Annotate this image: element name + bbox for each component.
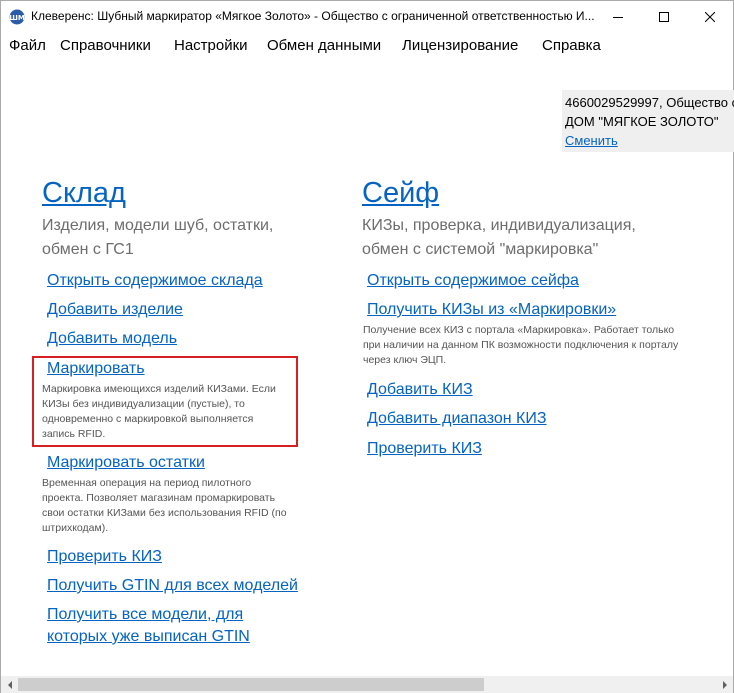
get-gtin-link[interactable]: Получить GTIN для всех моделей (47, 577, 298, 595)
menu-licensing[interactable]: Лицензирование (402, 37, 518, 54)
add-model-link[interactable]: Добавить модель (47, 330, 177, 348)
scroll-left-button[interactable] (1, 676, 18, 693)
account-org-name: ДОМ "МЯГКОЕ ЗОЛОТО" (565, 114, 719, 129)
safe-subtitle-2: обмен с системой "маркировка" (362, 241, 599, 258)
mark-link[interactable]: Маркировать (47, 360, 145, 378)
check-kiz-link-safe[interactable]: Проверить КИЗ (367, 440, 482, 458)
minimize-button[interactable] (595, 1, 641, 32)
mark-rest-link[interactable]: Маркировать остатки (47, 454, 205, 472)
chevron-left-icon (7, 680, 12, 689)
chevron-right-icon (722, 680, 727, 689)
menu-help[interactable]: Справка (542, 37, 601, 54)
get-kiz-link[interactable]: Получить КИЗы из «Маркировки» (367, 301, 616, 319)
app-logo-icon: ШМ (9, 9, 25, 25)
horizontal-scrollbar[interactable] (1, 676, 733, 693)
close-button[interactable] (687, 1, 733, 32)
change-account-link[interactable]: Сменить (565, 131, 618, 150)
warehouse-subtitle-1: Изделия, модели шуб, остатки, (42, 217, 274, 234)
title-bar: ШМ Клеверенс: Шубный маркиратор «Мягкое … (1, 1, 733, 32)
menu-references[interactable]: Справочники (60, 37, 151, 54)
warehouse-title-link[interactable]: Склад (42, 177, 126, 210)
menu-data-exchange[interactable]: Обмен данными (267, 37, 381, 54)
add-kiz-range-link[interactable]: Добавить диапазон КИЗ (367, 410, 547, 428)
account-panel: 4660029529997, Общество с ДОМ "МЯГКОЕ ЗО… (562, 90, 734, 152)
close-icon (705, 11, 715, 22)
mark-description: Маркировка имеющихся изделий КИЗами. Есл… (42, 383, 276, 440)
mark-rest-description: Временная операция на период пилотного п… (42, 477, 287, 534)
menu-file[interactable]: Файл (9, 37, 46, 54)
app-window: ШМ Клеверенс: Шубный маркиратор «Мягкое … (0, 0, 734, 693)
get-kiz-description: Получение всех КИЗ с портала «Маркировка… (363, 324, 679, 366)
add-item-link[interactable]: Добавить изделие (47, 301, 183, 319)
open-warehouse-link[interactable]: Открыть содержимое склада (47, 272, 263, 290)
safe-title-link[interactable]: Сейф (362, 177, 439, 210)
maximize-button[interactable] (641, 1, 687, 32)
open-safe-link[interactable]: Открыть содержимое сейфа (367, 272, 579, 290)
scroll-right-button[interactable] (716, 676, 733, 693)
check-kiz-link-warehouse[interactable]: Проверить КИЗ (47, 548, 162, 566)
get-models-gtin-link[interactable]: Получить все модели, для которых уже вып… (47, 604, 297, 648)
menu-settings[interactable]: Настройки (174, 37, 248, 54)
safe-subtitle-1: КИЗы, проверка, индивидуализация, (362, 217, 636, 234)
maximize-icon (659, 11, 669, 22)
minimize-icon (613, 16, 623, 18)
scrollbar-thumb[interactable] (18, 678, 484, 691)
svg-text:ШМ: ШМ (9, 14, 25, 22)
window-title: Клеверенс: Шубный маркиратор «Мягкое Зол… (31, 9, 595, 23)
add-kiz-link[interactable]: Добавить КИЗ (367, 381, 473, 399)
account-org-line: 4660029529997, Общество с (565, 95, 734, 110)
warehouse-subtitle-2: обмен с ГС1 (42, 241, 134, 258)
